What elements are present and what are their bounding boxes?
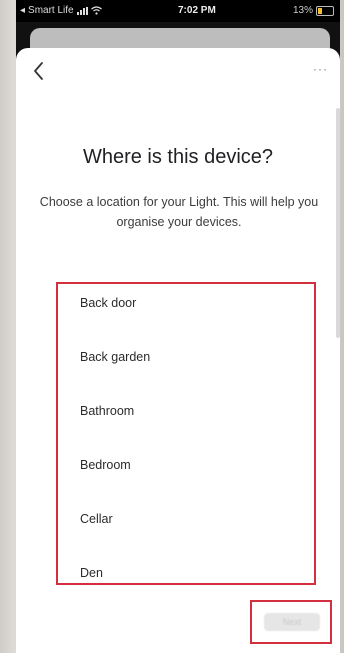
scrollbar[interactable] bbox=[336, 108, 340, 338]
battery-percent: 13% bbox=[292, 5, 313, 16]
room-list: Back door Back garden Bathroom Bedroom C… bbox=[80, 296, 150, 583]
room-item-den[interactable]: Den bbox=[80, 566, 150, 583]
phone-screen: ◂ Smart Life 7:02 PM 13% ··· Where is th… bbox=[16, 0, 340, 653]
status-time: 7:02 PM bbox=[178, 5, 216, 16]
room-item-back-door[interactable]: Back door bbox=[80, 296, 150, 350]
page-subtitle: Choose a location for your Light. This w… bbox=[39, 195, 319, 229]
page-title: Where is this device? bbox=[82, 146, 274, 168]
room-list-highlight: Back door Back garden Bathroom Bedroom C… bbox=[56, 282, 316, 585]
room-item-back-garden[interactable]: Back garden bbox=[80, 350, 150, 404]
back-button[interactable] bbox=[30, 60, 48, 82]
carrier-label: Smart Life bbox=[28, 5, 74, 16]
battery-icon bbox=[316, 5, 334, 16]
room-item-bathroom[interactable]: Bathroom bbox=[80, 404, 150, 458]
chevron-left-icon bbox=[34, 62, 43, 80]
room-item-bedroom[interactable]: Bedroom bbox=[80, 458, 150, 512]
room-item-cellar[interactable]: Cellar bbox=[80, 512, 150, 566]
more-options-button[interactable]: ··· bbox=[313, 62, 328, 76]
status-left: ◂ Smart Life bbox=[20, 5, 102, 16]
next-button-highlight: Next bbox=[250, 600, 332, 644]
next-button[interactable]: Next bbox=[264, 613, 320, 631]
signal-icon bbox=[76, 6, 88, 15]
back-to-app-icon: ◂ bbox=[20, 5, 26, 16]
location-sheet: ··· Where is this device? Choose a locat… bbox=[16, 48, 340, 653]
status-right: 13% bbox=[293, 5, 334, 16]
status-bar: ◂ Smart Life 7:02 PM 13% bbox=[16, 0, 340, 22]
wifi-icon bbox=[90, 6, 102, 15]
